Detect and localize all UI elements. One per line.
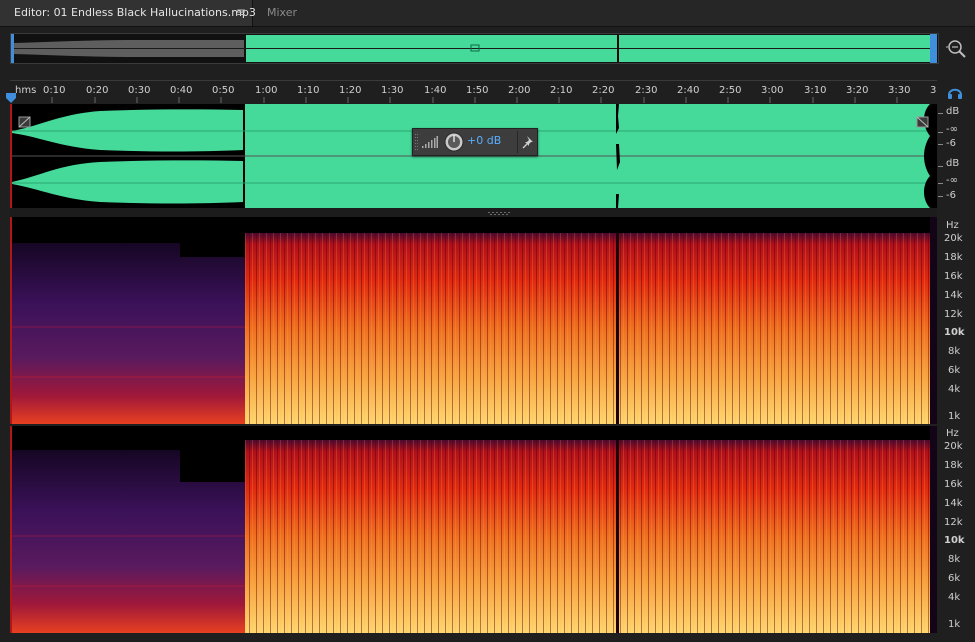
hud-divider (517, 131, 518, 153)
frequency-label: 8k (948, 346, 961, 357)
frequency-label: 8k (948, 554, 961, 565)
volume-value[interactable]: +0 dB (467, 134, 501, 147)
frequency-label: 20k (944, 233, 963, 244)
playhead-marker-icon[interactable] (6, 93, 16, 103)
spectral-display-left[interactable] (10, 217, 937, 424)
level-meter-icon (422, 136, 438, 148)
tab-editor[interactable]: Editor: 01 Endless Black Hallucinations.… (0, 0, 256, 26)
frequency-label: 6k (948, 365, 961, 376)
amplitude-scale-label: -∞ (946, 124, 958, 135)
amplitude-scale-unit: dB (946, 106, 960, 117)
overview-navigator[interactable] (10, 33, 939, 64)
amplitude-scale-label: -∞ (946, 175, 958, 186)
frequency-label: 1k (948, 619, 961, 630)
pin-icon[interactable] (522, 135, 534, 149)
frequency-label: 12k (944, 309, 963, 320)
tab-editor-label: Editor: 01 Endless Black Hallucinations.… (14, 6, 256, 19)
frequency-label: 12k (944, 517, 963, 528)
frequency-label: 4k (948, 384, 961, 395)
panel-splitter[interactable] (10, 208, 937, 217)
frequency-label: 14k (944, 290, 963, 301)
frequency-scale-unit: Hz (946, 428, 959, 439)
frequency-label: 1k (948, 411, 961, 422)
tab-menu-icon[interactable]: ≡ (236, 5, 246, 19)
tab-mixer-label: Mixer (267, 6, 298, 19)
frequency-label: 18k (944, 252, 963, 263)
amplitude-scale-label: -6 (946, 138, 956, 149)
spectrogram-left (10, 217, 937, 424)
frequency-label: 4k (948, 592, 961, 603)
frequency-label: 10k (944, 535, 965, 546)
frequency-scale-unit: Hz (946, 220, 959, 231)
splitter-grip-icon[interactable] (488, 212, 512, 215)
spectral-display-right[interactable] (10, 426, 937, 633)
headphones-icon[interactable] (946, 84, 964, 100)
hud-grip-icon[interactable] (415, 133, 419, 151)
volume-hud[interactable]: +0 dB (412, 128, 538, 156)
spectrogram-right (10, 426, 937, 633)
frequency-label: 10k (944, 327, 965, 338)
tab-mixer[interactable]: Mixer (254, 0, 320, 26)
frequency-label: 20k (944, 441, 963, 452)
volume-knob-icon[interactable] (444, 132, 464, 152)
frequency-label: 16k (944, 271, 963, 282)
zoom-icon[interactable] (946, 38, 968, 60)
ruler-tick-marks (51, 97, 898, 103)
time-ruler[interactable]: hms 0:10 0:20 0:30 0:40 0:50 1:00 1:10 1… (10, 80, 937, 103)
waveform-display[interactable] (10, 104, 937, 208)
amplitude-scale-unit: dB (946, 158, 960, 169)
frequency-label: 18k (944, 460, 963, 471)
waveform-graphic (10, 104, 937, 208)
frequency-label: 6k (948, 573, 961, 584)
frequency-label: 14k (944, 498, 963, 509)
frequency-label: 16k (944, 479, 963, 490)
amplitude-scale-label: -6 (946, 190, 956, 201)
overview-waveform (11, 34, 938, 63)
